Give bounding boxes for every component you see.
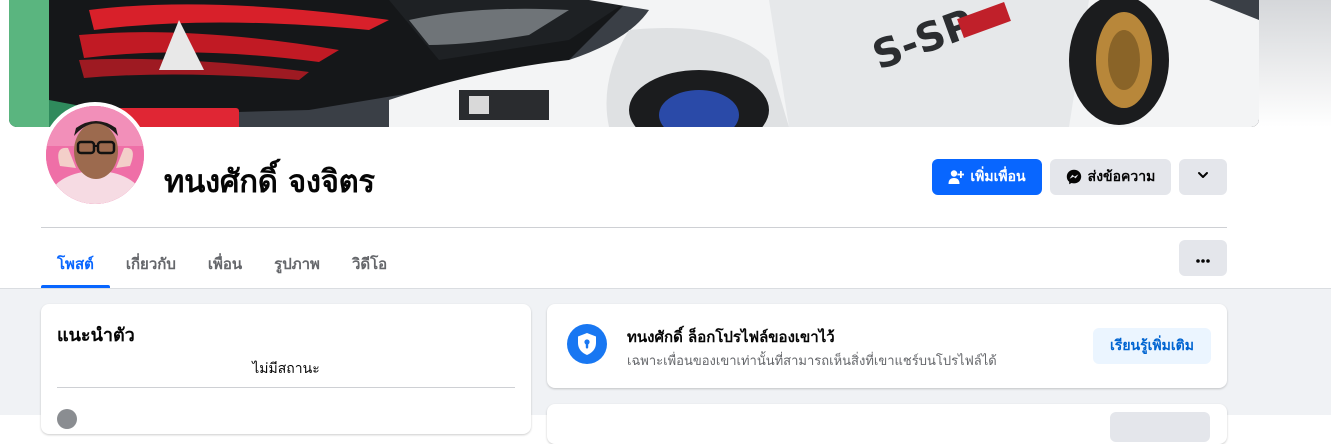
intro-status: ไม่มีสถานะ bbox=[252, 361, 320, 377]
profile-avatar[interactable] bbox=[46, 106, 144, 204]
next-card-button[interactable] bbox=[1110, 412, 1210, 442]
intro-title: แนะนำตัว bbox=[57, 325, 135, 346]
cover-photo[interactable]: S-SP bbox=[9, 0, 1259, 127]
tab-photos[interactable]: รูปภาพ bbox=[258, 240, 336, 288]
cover-car-illustration: S-SP bbox=[9, 0, 1259, 127]
avatar-image bbox=[46, 106, 144, 204]
tab-posts[interactable]: โพสต์ bbox=[41, 240, 110, 288]
person-add-icon bbox=[948, 169, 965, 185]
tab-videos[interactable]: วิดีโอ bbox=[336, 240, 403, 288]
header-divider bbox=[41, 227, 1227, 228]
shield-lock-icon bbox=[567, 324, 607, 364]
ellipsis-icon bbox=[1195, 249, 1211, 268]
next-card bbox=[547, 404, 1227, 444]
locked-notice-title: ทนงศักดิ์ ล็อกโปรไฟล์ของเขาไว้ bbox=[627, 328, 835, 346]
header-bottom-border bbox=[0, 288, 1331, 289]
heart-icon bbox=[57, 409, 77, 429]
tab-friends[interactable]: เพื่อน bbox=[192, 240, 258, 288]
tab-about[interactable]: เกี่ยวกับ bbox=[110, 240, 192, 288]
locked-notice-description: เฉพาะเพื่อนของเขาเท่านั้นที่สามารถเห็นสิ… bbox=[627, 354, 997, 369]
add-friend-label: เพิ่มเพื่อน bbox=[970, 169, 1026, 185]
learn-more-button[interactable]: เรียนรู้เพิ่มเติม bbox=[1093, 328, 1211, 364]
tabs-more-button[interactable] bbox=[1179, 240, 1227, 276]
message-button[interactable]: ส่งข้อความ bbox=[1050, 159, 1171, 195]
add-friend-button[interactable]: เพิ่มเพื่อน bbox=[932, 159, 1042, 195]
locked-profile-card: ทนงศักดิ์ ล็อกโปรไฟล์ของเขาไว้ เฉพาะเพื่… bbox=[547, 304, 1227, 388]
profile-tabs: โพสต์ เกี่ยวกับ เพื่อน รูปภาพ วิดีโอ bbox=[41, 240, 403, 288]
intro-divider bbox=[57, 387, 515, 388]
header-gradient bbox=[1259, 0, 1331, 127]
profile-options-button[interactable] bbox=[1179, 159, 1227, 195]
profile-name: ทนงศักดิ์ จงจิตร bbox=[164, 164, 375, 200]
messenger-icon bbox=[1066, 169, 1082, 185]
message-label: ส่งข้อความ bbox=[1087, 169, 1156, 185]
chevron-down-icon bbox=[1196, 168, 1210, 186]
